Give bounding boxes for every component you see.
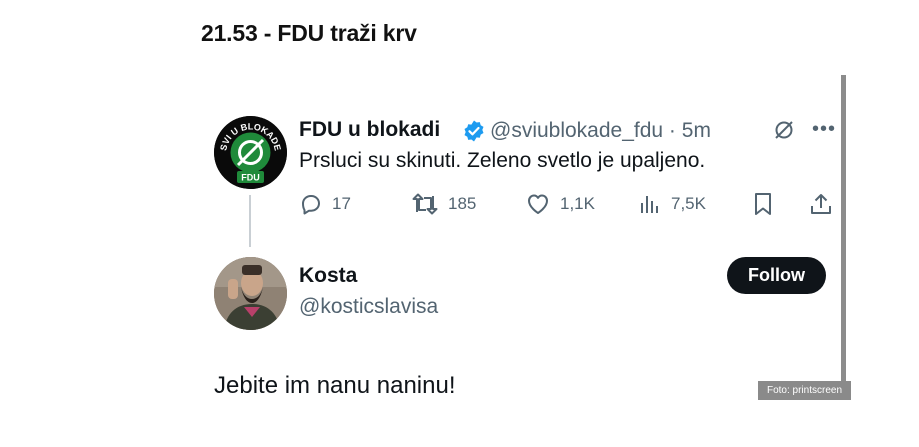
tweet-handle-time[interactable]: @sviublokade_fdu · 5m (490, 119, 711, 143)
repost-icon (412, 193, 438, 215)
views-chart-icon (641, 196, 658, 213)
views-button[interactable]: 7,5K (638, 191, 706, 217)
repost-button[interactable]: 185 (411, 191, 476, 217)
reply-icon (302, 195, 320, 215)
like-button[interactable]: 1,1K (525, 191, 595, 217)
reply-button[interactable]: 17 (299, 191, 351, 217)
share-icon (811, 194, 831, 214)
share-button[interactable] (808, 191, 834, 217)
follow-button[interactable]: Follow (727, 257, 826, 294)
like-count: 1,1K (560, 194, 595, 213)
avatar-bottom-text: FDU (241, 173, 260, 183)
reply-author-name[interactable]: Kosta (299, 264, 357, 288)
grok-icon[interactable] (773, 119, 795, 141)
heart-icon (528, 194, 548, 214)
user-photo-icon (214, 257, 287, 330)
thread-connector-line (249, 195, 251, 247)
views-count: 7,5K (671, 194, 706, 213)
tweet-text: Prsluci su skinuti. Zeleno svetlo je upa… (299, 149, 706, 172)
reply-author-handle[interactable]: @kosticslavisa (299, 295, 438, 319)
bookmark-icon (755, 193, 771, 215)
article-headline: 21.53 - FDU traži krv (201, 20, 417, 46)
more-options-icon[interactable]: ••• (812, 118, 836, 141)
reply-text: Jebite im nanu naninu! (214, 372, 456, 399)
reply-count: 17 (332, 194, 351, 213)
tweet-author-name[interactable]: FDU u blokadi (299, 118, 440, 142)
fdu-logo-icon: SVI U BLOKADE FDU (214, 116, 287, 189)
kosta-avatar[interactable] (214, 257, 287, 330)
bookmark-button[interactable] (751, 191, 775, 217)
verified-badge-icon (464, 120, 484, 142)
photo-credit: Foto: printscreen (758, 381, 851, 400)
image-border (841, 75, 846, 400)
repost-count: 185 (448, 194, 477, 213)
fdu-avatar[interactable]: SVI U BLOKADE FDU (214, 116, 287, 189)
